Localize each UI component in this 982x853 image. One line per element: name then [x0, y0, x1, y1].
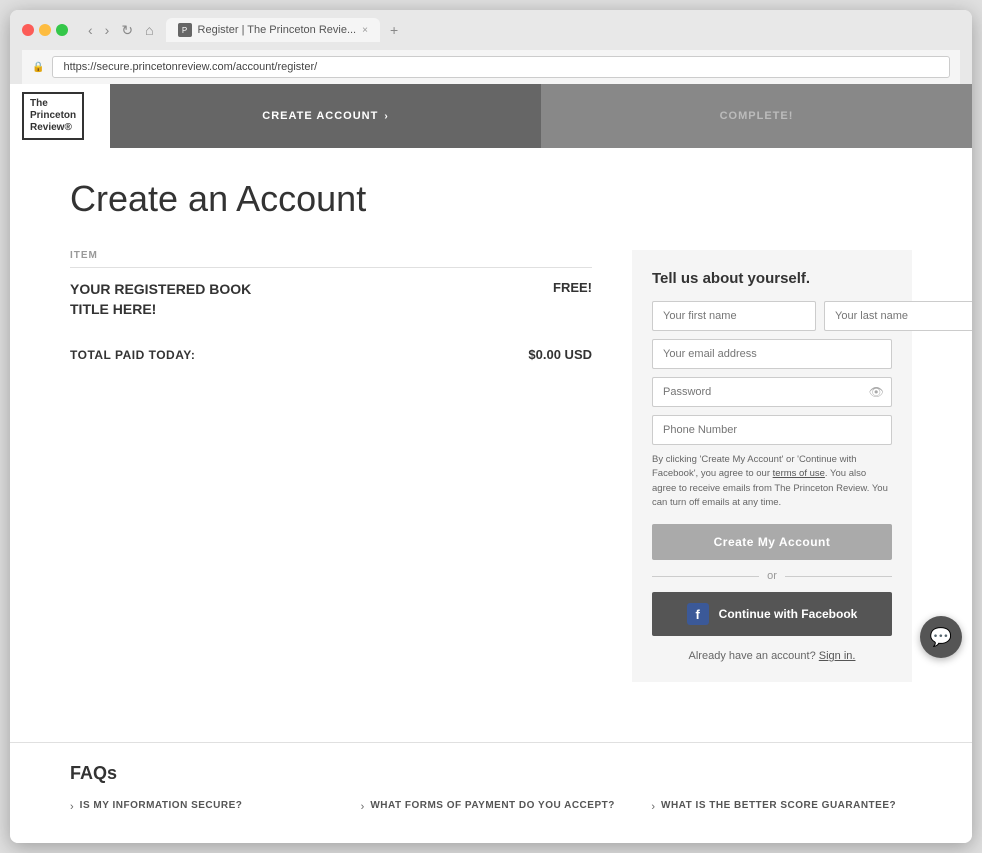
- faq-item-1[interactable]: › IS MY INFORMATION SECURE?: [70, 800, 331, 813]
- url-text: https://secure.princetonreview.com/accou…: [63, 61, 317, 73]
- divider-right: [785, 576, 892, 577]
- content-layout: ITEM YOUR REGISTERED BOOK TITLE HERE! FR…: [70, 250, 912, 682]
- close-window-btn[interactable]: [22, 24, 34, 36]
- logo: The Princeton Review®: [22, 92, 84, 140]
- step-create-account: CREATE ACCOUNT ›: [110, 84, 541, 148]
- first-name-input[interactable]: [652, 301, 816, 331]
- minimize-window-btn[interactable]: [39, 24, 51, 36]
- step-arrow-icon: ›: [384, 111, 388, 122]
- item-column-header: ITEM: [70, 250, 592, 268]
- tab-favicon: P: [178, 23, 192, 37]
- faq-items: › IS MY INFORMATION SECURE? › WHAT FORMS…: [70, 800, 912, 813]
- price-label: FREE!: [553, 280, 592, 295]
- main-content: Create an Account ITEM YOUR REGISTERED B…: [10, 148, 972, 722]
- name-row: [652, 301, 892, 331]
- progress-steps: CREATE ACCOUNT › COMPLETE!: [110, 84, 972, 148]
- or-divider: or: [652, 570, 892, 582]
- new-tab-button[interactable]: +: [382, 18, 406, 42]
- last-name-input[interactable]: [824, 301, 972, 331]
- chat-button[interactable]: 💬: [920, 616, 962, 658]
- form-title: Tell us about yourself.: [652, 270, 892, 287]
- refresh-button[interactable]: ↻: [117, 20, 137, 41]
- registration-form-panel: Tell us about yourself. 👁 By clicking 'C…: [632, 250, 912, 682]
- phone-input[interactable]: [652, 415, 892, 445]
- facebook-icon: f: [687, 603, 709, 625]
- step-complete: COMPLETE!: [541, 84, 972, 148]
- maximize-window-btn[interactable]: [56, 24, 68, 36]
- faq-title: FAQs: [70, 763, 912, 784]
- password-wrapper: 👁: [652, 377, 892, 407]
- back-button[interactable]: ‹: [84, 20, 97, 41]
- faq-label-3: WHAT IS THE BETTER SCORE GUARANTEE?: [661, 800, 896, 811]
- faq-label-1: IS MY INFORMATION SECURE?: [80, 800, 243, 811]
- book-title: YOUR REGISTERED BOOK TITLE HERE!: [70, 280, 251, 319]
- faq-arrow-icon-1: ›: [70, 801, 74, 813]
- left-panel: ITEM YOUR REGISTERED BOOK TITLE HERE! FR…: [70, 250, 592, 362]
- faq-arrow-icon-3: ›: [651, 801, 655, 813]
- total-label: TOTAL PAID TODAY:: [70, 348, 195, 362]
- home-button[interactable]: ⌂: [141, 20, 157, 41]
- already-account-text: Already have an account? Sign in.: [652, 650, 892, 662]
- total-row: TOTAL PAID TODAY: $0.00 USD: [70, 339, 592, 362]
- facebook-button[interactable]: f Continue with Facebook: [652, 592, 892, 636]
- logo-area[interactable]: The Princeton Review®: [10, 84, 110, 148]
- facebook-button-label: Continue with Facebook: [719, 607, 858, 621]
- browser-tab[interactable]: P Register | The Princeton Revie... ×: [166, 18, 380, 42]
- faq-arrow-icon-2: ›: [361, 801, 365, 813]
- order-row: YOUR REGISTERED BOOK TITLE HERE! FREE!: [70, 280, 592, 319]
- window-controls: [22, 24, 68, 36]
- tab-label: Register | The Princeton Revie...: [198, 24, 357, 36]
- tab-close-icon[interactable]: ×: [362, 25, 368, 36]
- site-header: The Princeton Review® CREATE ACCOUNT › C…: [10, 84, 972, 148]
- terms-link[interactable]: terms of use: [773, 468, 825, 479]
- forward-button[interactable]: ›: [101, 20, 114, 41]
- chat-icon: 💬: [930, 627, 952, 648]
- or-label: or: [767, 570, 777, 582]
- address-bar[interactable]: https://secure.princetonreview.com/accou…: [52, 56, 950, 78]
- sign-in-link[interactable]: Sign in.: [819, 650, 856, 662]
- faq-section: FAQs › IS MY INFORMATION SECURE? › WHAT …: [10, 742, 972, 843]
- divider-left: [652, 576, 759, 577]
- faq-label-2: WHAT FORMS OF PAYMENT DO YOU ACCEPT?: [370, 800, 614, 811]
- faq-item-3[interactable]: › WHAT IS THE BETTER SCORE GUARANTEE?: [651, 800, 912, 813]
- password-toggle-icon[interactable]: 👁: [869, 385, 884, 399]
- terms-text: By clicking 'Create My Account' or 'Cont…: [652, 453, 892, 510]
- create-account-button[interactable]: Create My Account: [652, 524, 892, 560]
- lock-icon: 🔒: [32, 62, 44, 73]
- email-input[interactable]: [652, 339, 892, 369]
- password-input[interactable]: [652, 377, 892, 407]
- page-title: Create an Account: [70, 178, 912, 220]
- total-amount: $0.00 USD: [528, 347, 592, 362]
- faq-item-2[interactable]: › WHAT FORMS OF PAYMENT DO YOU ACCEPT?: [361, 800, 622, 813]
